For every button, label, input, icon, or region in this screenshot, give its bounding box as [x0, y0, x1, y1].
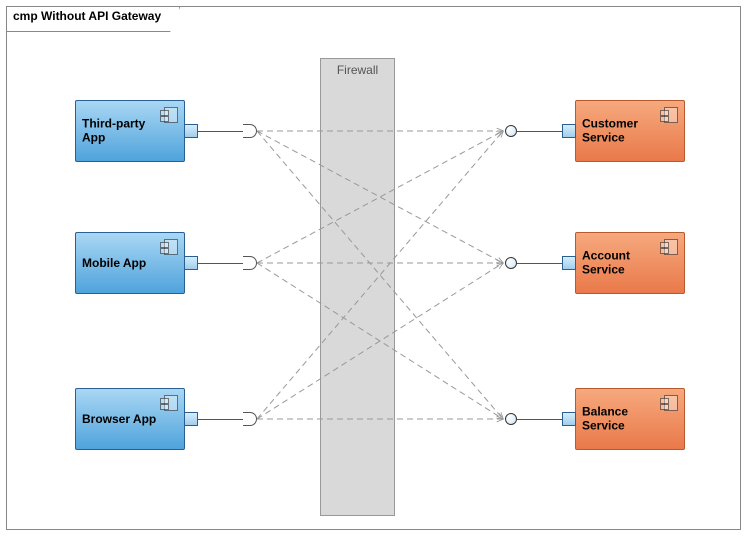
firewall-boundary: Firewall	[320, 58, 395, 516]
component-label: Third-party App	[82, 117, 164, 146]
interface-connector	[517, 263, 562, 264]
interface-connector	[198, 263, 243, 264]
port	[562, 124, 576, 138]
port	[184, 124, 198, 138]
component-icon	[164, 239, 178, 255]
port	[562, 412, 576, 426]
provided-interface-ball	[505, 125, 517, 137]
required-interface-socket	[243, 412, 257, 426]
diagram-canvas: cmp Without API Gateway Firewall Third-p…	[0, 0, 747, 536]
component-icon	[664, 107, 678, 123]
service-component: Balance Service	[575, 388, 685, 450]
port	[184, 412, 198, 426]
component-label: Browser App	[82, 412, 164, 426]
interface-connector	[198, 419, 243, 420]
provided-interface-ball	[505, 413, 517, 425]
component-icon	[664, 395, 678, 411]
provided-interface-ball	[505, 257, 517, 269]
interface-connector	[517, 131, 562, 132]
component-icon	[164, 107, 178, 123]
frame-title: cmp Without API Gateway	[7, 7, 180, 32]
service-component: Account Service	[575, 232, 685, 294]
component-label: Account Service	[582, 249, 664, 278]
component-label: Mobile App	[82, 256, 164, 270]
port	[184, 256, 198, 270]
client-component: Mobile App	[75, 232, 185, 294]
client-component: Browser App	[75, 388, 185, 450]
interface-connector	[517, 419, 562, 420]
component-label: Balance Service	[582, 405, 664, 434]
component-icon	[664, 239, 678, 255]
interface-connector	[198, 131, 243, 132]
component-icon	[164, 395, 178, 411]
port	[562, 256, 576, 270]
service-component: Customer Service	[575, 100, 685, 162]
client-component: Third-party App	[75, 100, 185, 162]
firewall-label: Firewall	[321, 63, 394, 77]
component-label: Customer Service	[582, 117, 664, 146]
required-interface-socket	[243, 124, 257, 138]
required-interface-socket	[243, 256, 257, 270]
